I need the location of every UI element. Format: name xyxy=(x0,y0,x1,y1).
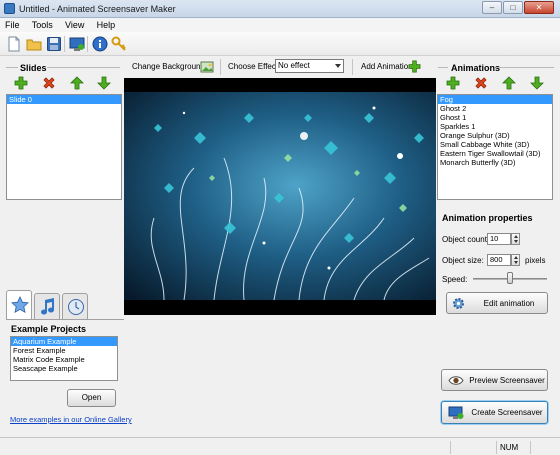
animation-item[interactable]: Ghost 1 xyxy=(438,113,552,122)
menu-view[interactable]: View xyxy=(60,18,89,32)
tab-projects[interactable] xyxy=(6,290,32,320)
preview-area[interactable] xyxy=(124,78,436,315)
status-cell xyxy=(450,441,496,454)
num-lock-indicator: NUM xyxy=(496,441,530,454)
slides-title: Slides xyxy=(20,63,47,73)
size-unit-label: pixels xyxy=(525,256,546,265)
move-slide-up-icon[interactable] xyxy=(70,76,84,90)
divider xyxy=(47,67,120,68)
monitor-icon xyxy=(448,406,464,419)
move-slide-down-icon[interactable] xyxy=(97,76,111,90)
open-project-button[interactable]: Open xyxy=(67,389,116,407)
animation-item[interactable]: Sparkles 1 xyxy=(438,122,552,131)
tab-music[interactable] xyxy=(34,293,60,319)
tab-underline xyxy=(6,319,124,320)
delete-slide-x-icon[interactable] xyxy=(42,76,56,90)
preview-screensaver-label: Preview Screensaver xyxy=(469,376,545,385)
move-animation-up-icon[interactable] xyxy=(502,76,516,90)
edit-animation-button[interactable]: Edit animation xyxy=(446,292,548,314)
object-count-stepper[interactable] xyxy=(511,233,520,245)
menu-tools[interactable]: Tools xyxy=(27,18,58,32)
menu-bar: File Tools View Help xyxy=(0,18,560,32)
chevron-down-icon xyxy=(335,64,341,68)
slide-item[interactable]: Slide 0 xyxy=(7,95,121,104)
new-file-icon[interactable] xyxy=(6,36,22,52)
effect-select-value: No effect xyxy=(278,61,310,70)
preview-screensaver-button[interactable]: Preview Screensaver xyxy=(441,369,548,391)
info-icon[interactable] xyxy=(92,36,108,52)
project-item[interactable]: Seascape Example xyxy=(11,364,117,373)
delete-animation-x-icon[interactable] xyxy=(474,76,488,90)
star-icon xyxy=(11,296,29,313)
preview-image xyxy=(124,92,436,301)
effect-separator xyxy=(352,59,353,75)
toolbar xyxy=(0,32,560,56)
title-bar: Untitled - Animated Screensaver Maker – … xyxy=(0,0,560,18)
object-size-label: Object size: xyxy=(442,256,484,265)
music-note-icon xyxy=(41,298,55,315)
create-screensaver-label: Create Screensaver xyxy=(471,408,543,417)
background-image-icon[interactable] xyxy=(200,60,214,74)
properties-title: Animation properties xyxy=(442,213,533,223)
edit-animation-label: Edit animation xyxy=(483,299,535,308)
move-animation-down-icon[interactable] xyxy=(530,76,544,90)
divider xyxy=(496,67,554,68)
eye-icon xyxy=(448,376,464,385)
divider xyxy=(438,67,448,68)
save-icon[interactable] xyxy=(46,36,62,52)
status-bar: NUM xyxy=(0,437,560,455)
animation-item[interactable]: Ghost 2 xyxy=(438,104,552,113)
toolbar-separator xyxy=(64,36,65,52)
animation-item[interactable]: Eastern Tiger Swallowtail (3D) xyxy=(438,149,552,158)
projects-list[interactable]: Aquarium Example Forest Example Matrix C… xyxy=(10,336,118,381)
left-tabstrip xyxy=(6,290,124,320)
change-background-label[interactable]: Change Background xyxy=(132,62,205,71)
create-screensaver-button[interactable]: Create Screensaver xyxy=(441,401,548,424)
add-animation-icon[interactable] xyxy=(446,76,460,90)
choose-effect-label: Choose Effect: xyxy=(228,62,281,71)
add-animation-plus-icon[interactable] xyxy=(408,60,421,73)
speed-label: Speed: xyxy=(442,275,468,284)
menu-file[interactable]: File xyxy=(0,18,25,32)
effect-select[interactable]: No effect xyxy=(275,59,344,73)
divider xyxy=(6,67,18,68)
object-size-stepper[interactable] xyxy=(511,254,520,266)
status-cell xyxy=(530,441,560,454)
menu-help[interactable]: Help xyxy=(92,18,121,32)
effect-bar: Change Background Choose Effect: No effe… xyxy=(124,57,436,77)
toolbar-separator xyxy=(87,36,88,52)
minimize-button[interactable]: – xyxy=(482,1,502,14)
project-item[interactable]: Aquarium Example xyxy=(11,337,117,346)
animations-title: Animations xyxy=(451,63,501,73)
effect-separator xyxy=(220,59,221,75)
window-title: Untitled - Animated Screensaver Maker xyxy=(19,4,176,14)
animation-item[interactable]: Orange Sulphur (3D) xyxy=(438,131,552,140)
maximize-button[interactable]: □ xyxy=(503,1,523,14)
online-gallery-link[interactable]: More examples in our Online Gallery xyxy=(10,415,132,424)
project-item[interactable]: Matrix Code Example xyxy=(11,355,117,364)
clock-icon xyxy=(68,299,84,315)
add-slide-plus-icon[interactable] xyxy=(14,76,28,90)
open-folder-icon[interactable] xyxy=(26,36,42,52)
object-count-input[interactable]: 10 xyxy=(487,233,511,245)
speed-slider-thumb[interactable] xyxy=(507,272,513,284)
app-icon xyxy=(4,3,15,14)
screensaver-monitor-icon[interactable] xyxy=(69,36,85,52)
gear-icon xyxy=(453,298,464,309)
tab-timer[interactable] xyxy=(62,293,88,319)
key-icon[interactable] xyxy=(111,36,127,52)
project-item[interactable]: Forest Example xyxy=(11,346,117,355)
animation-item[interactable]: Small Cabbage White (3D) xyxy=(438,140,552,149)
add-animation-label[interactable]: Add Animation xyxy=(361,62,413,71)
object-count-label: Object count: xyxy=(442,235,490,244)
animation-item[interactable]: Fog xyxy=(438,95,552,104)
animations-list[interactable]: Fog Ghost 2 Ghost 1 Sparkles 1 Orange Su… xyxy=(437,94,553,200)
projects-title: Example Projects xyxy=(11,324,87,334)
slides-list[interactable]: Slide 0 xyxy=(6,94,122,200)
object-size-input[interactable]: 800 xyxy=(487,254,511,266)
close-button[interactable]: ✕ xyxy=(524,1,554,14)
animation-item[interactable]: Monarch Butterfly (3D) xyxy=(438,158,552,167)
